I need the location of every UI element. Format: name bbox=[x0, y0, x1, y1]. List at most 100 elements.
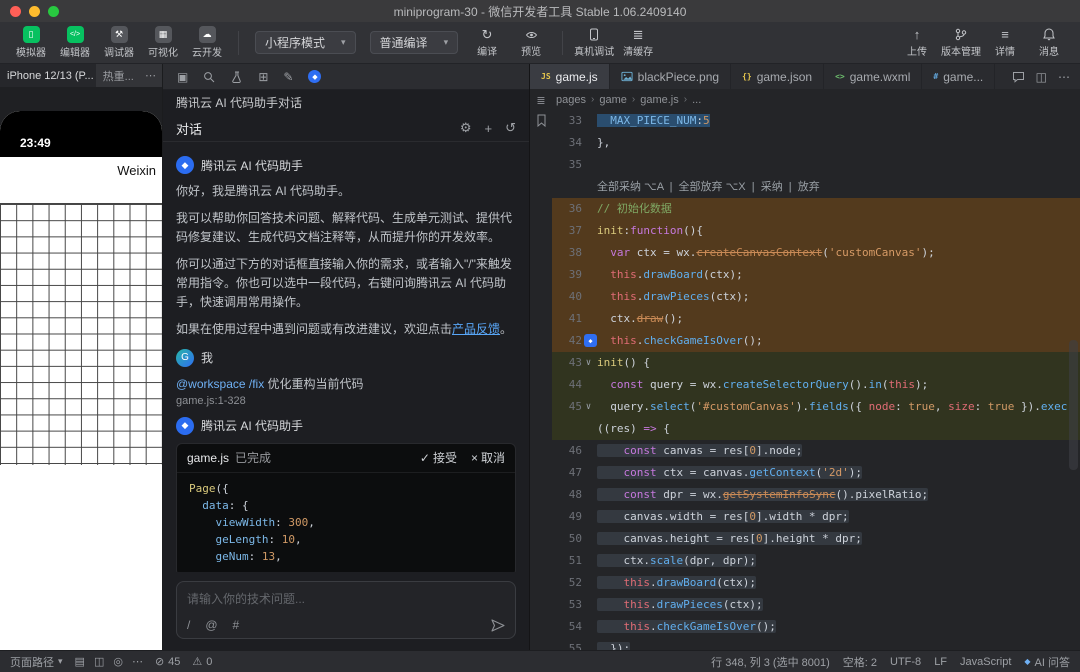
editor-scrollbar[interactable] bbox=[1069, 340, 1078, 470]
tab-game-wxss[interactable]: # game... bbox=[922, 64, 995, 89]
tab-game-json[interactable]: {} game.json bbox=[731, 64, 824, 89]
cloud-dev-button[interactable]: ☁ 云开发 bbox=[186, 23, 228, 63]
ai-qa-button[interactable]: ◆ AI 问答 bbox=[1024, 654, 1070, 670]
breadcrumb-item[interactable]: game.js bbox=[640, 94, 679, 106]
chevron-right-icon: › bbox=[632, 94, 635, 105]
send-icon[interactable] bbox=[491, 619, 505, 632]
game-board-grid[interactable] bbox=[0, 203, 162, 465]
hot-reload-tab[interactable]: 热重... bbox=[96, 64, 139, 87]
more-icon[interactable]: ⋯ bbox=[139, 69, 162, 82]
editor-button[interactable]: </> 编辑器 bbox=[54, 23, 96, 63]
gutter-spacer bbox=[582, 264, 595, 286]
files-icon[interactable]: ▣ bbox=[177, 70, 188, 84]
phone-screen[interactable]: 23:49 Weixin bbox=[0, 111, 162, 650]
version-control-button[interactable]: 版本管理 bbox=[940, 23, 982, 63]
more-icon[interactable]: ⋯ bbox=[132, 655, 143, 668]
outline-list-icon[interactable]: ≣ bbox=[536, 94, 545, 107]
edit-brush-icon[interactable]: ✎ bbox=[283, 70, 293, 84]
hash-shortcut[interactable]: # bbox=[233, 618, 240, 632]
page-path-selector[interactable]: 页面路径 ▾ bbox=[10, 654, 63, 670]
editor-tab-bar: JS game.js blackPiece.png {} game.json <… bbox=[530, 64, 1080, 89]
layout-icon[interactable]: ◫ bbox=[94, 655, 104, 668]
cursor-position[interactable]: 行 348, 列 3 (选中 8001) bbox=[711, 654, 830, 670]
tab-conversation[interactable]: 对话 bbox=[176, 119, 202, 138]
new-chat-icon[interactable]: + bbox=[485, 121, 493, 136]
debugger-button[interactable]: ⚒ 调试器 bbox=[98, 23, 140, 63]
bookmark-icon[interactable] bbox=[536, 114, 547, 127]
fold-chevron-icon[interactable]: ∨ bbox=[582, 352, 595, 374]
tab-game-wxml[interactable]: <> game.wxml bbox=[824, 64, 922, 89]
gutter-spacer bbox=[582, 528, 595, 550]
traffic-lights bbox=[0, 6, 59, 17]
phone-icon bbox=[588, 27, 600, 42]
diff-action-bar[interactable]: 全部采纳 ⌥A | 全部放弃 ⌥X | 采纳 | 放弃 bbox=[552, 176, 1080, 198]
feedback-link[interactable]: 产品反馈 bbox=[452, 322, 500, 336]
line-number: 39 bbox=[552, 264, 582, 286]
mention-chip[interactable]: @workspace /fix bbox=[176, 377, 264, 391]
gutter-spacer bbox=[582, 132, 595, 154]
slash-command-shortcut[interactable]: / bbox=[187, 618, 190, 632]
line-number: 36 bbox=[552, 198, 582, 220]
chat-input[interactable] bbox=[187, 592, 505, 606]
warning-count[interactable]: ⚠ 0 bbox=[192, 655, 212, 668]
compile-mode-dropdown[interactable]: 普通编译 ▾ bbox=[370, 31, 459, 54]
mode-dropdown[interactable]: 小程序模式 ▾ bbox=[255, 31, 356, 54]
language-mode[interactable]: JavaScript bbox=[960, 656, 1011, 668]
file-reference[interactable]: game.js:1-328 bbox=[176, 395, 516, 407]
close-window-button[interactable] bbox=[10, 6, 21, 17]
nav-title: Weixin bbox=[117, 163, 156, 178]
minimize-window-button[interactable] bbox=[29, 6, 40, 17]
code-line: 38 var ctx = wx.createCanvasContext('cus… bbox=[552, 242, 1080, 264]
breadcrumb-item[interactable]: game bbox=[599, 94, 627, 106]
tab-blackpiece-png[interactable]: blackPiece.png bbox=[610, 64, 731, 89]
chat-scroll-area[interactable]: ◆ 腾讯云 AI 代码助手 你好，我是腾讯云 AI 代码助手。 我可以帮助你回答… bbox=[163, 142, 529, 572]
accept-button[interactable]: ✓接受 bbox=[420, 449, 457, 466]
chat-input-box[interactable]: / @ # bbox=[176, 581, 516, 639]
messages-button[interactable]: 消息 bbox=[1028, 23, 1070, 63]
remote-debug-button[interactable]: 真机调试 bbox=[573, 23, 615, 63]
eol-setting[interactable]: LF bbox=[934, 656, 947, 668]
record-icon[interactable]: ◎ bbox=[113, 655, 123, 668]
extensions-icon[interactable]: ⊞ bbox=[258, 70, 268, 84]
gear-icon[interactable]: ⚙ bbox=[460, 120, 472, 136]
simulator-panel: iPhone 12/13 (P... 热重... ⋯ 23:49 Weixin bbox=[0, 64, 163, 650]
panel-icon[interactable]: ▤ bbox=[75, 655, 85, 668]
simulator-button[interactable]: ▯ 模拟器 bbox=[10, 23, 52, 63]
device-tab[interactable]: iPhone 12/13 (P... bbox=[0, 64, 96, 87]
code-line: 41 ctx.draw(); bbox=[552, 308, 1080, 330]
code-line: 49 canvas.width = res[0].width * dpr; bbox=[552, 506, 1080, 528]
comment-icon[interactable] bbox=[1012, 71, 1025, 83]
split-editor-icon[interactable]: ◫ bbox=[1036, 70, 1047, 84]
clear-cache-button[interactable]: ≣ 清缓存 bbox=[617, 23, 659, 63]
details-button[interactable]: ≡ 详情 bbox=[984, 23, 1026, 63]
zoom-window-button[interactable] bbox=[48, 6, 59, 17]
mention-shortcut[interactable]: @ bbox=[205, 618, 217, 632]
error-count[interactable]: ⊘ 45 bbox=[155, 655, 180, 668]
gutter-spacer bbox=[582, 154, 595, 176]
ai-assistant-icon[interactable]: ◆ bbox=[308, 70, 321, 83]
encoding[interactable]: UTF-8 bbox=[890, 656, 921, 668]
search-icon[interactable] bbox=[203, 71, 215, 83]
upload-button[interactable]: ↑ 上传 bbox=[896, 23, 938, 63]
preview-button[interactable]: 预览 bbox=[510, 23, 552, 63]
debugger-icon: ⚒ bbox=[111, 26, 128, 43]
bot-paragraph: 你可以通过下方的对话框直接输入你的需求，或者输入"/"来触发常用指令。你也可以选… bbox=[176, 255, 516, 312]
line-number bbox=[552, 176, 582, 198]
tab-game-js[interactable]: JS game.js bbox=[530, 64, 610, 89]
breadcrumb-item[interactable]: pages bbox=[556, 94, 586, 106]
code-line: 45∨ query.select('#customCanvas').fields… bbox=[552, 396, 1080, 418]
gutter-spacer bbox=[582, 242, 595, 264]
gutter-spacer bbox=[582, 286, 595, 308]
cancel-button[interactable]: ×取消 bbox=[471, 449, 505, 466]
fold-chevron-icon[interactable]: ∨ bbox=[582, 396, 595, 418]
indent-setting[interactable]: 空格: 2 bbox=[843, 654, 877, 670]
visualization-button[interactable]: ▦ 可视化 bbox=[142, 23, 184, 63]
code-area[interactable]: 33 MAX_PIECE_NUM:534},35全部采纳 ⌥A | 全部放弃 ⌥… bbox=[552, 110, 1080, 650]
breadcrumb-item[interactable]: ... bbox=[692, 94, 701, 106]
code-diff-card: game.js 已完成 ✓接受 ×取消 Page({ data: { viewW… bbox=[176, 443, 516, 572]
history-icon[interactable]: ↺ bbox=[505, 120, 516, 136]
more-icon[interactable]: ⋯ bbox=[1058, 70, 1070, 84]
compile-button[interactable]: ↻ 编译 bbox=[466, 23, 508, 63]
ai-assistant-badge-icon[interactable]: ◆ bbox=[584, 334, 597, 347]
test-beaker-icon[interactable] bbox=[230, 71, 243, 83]
